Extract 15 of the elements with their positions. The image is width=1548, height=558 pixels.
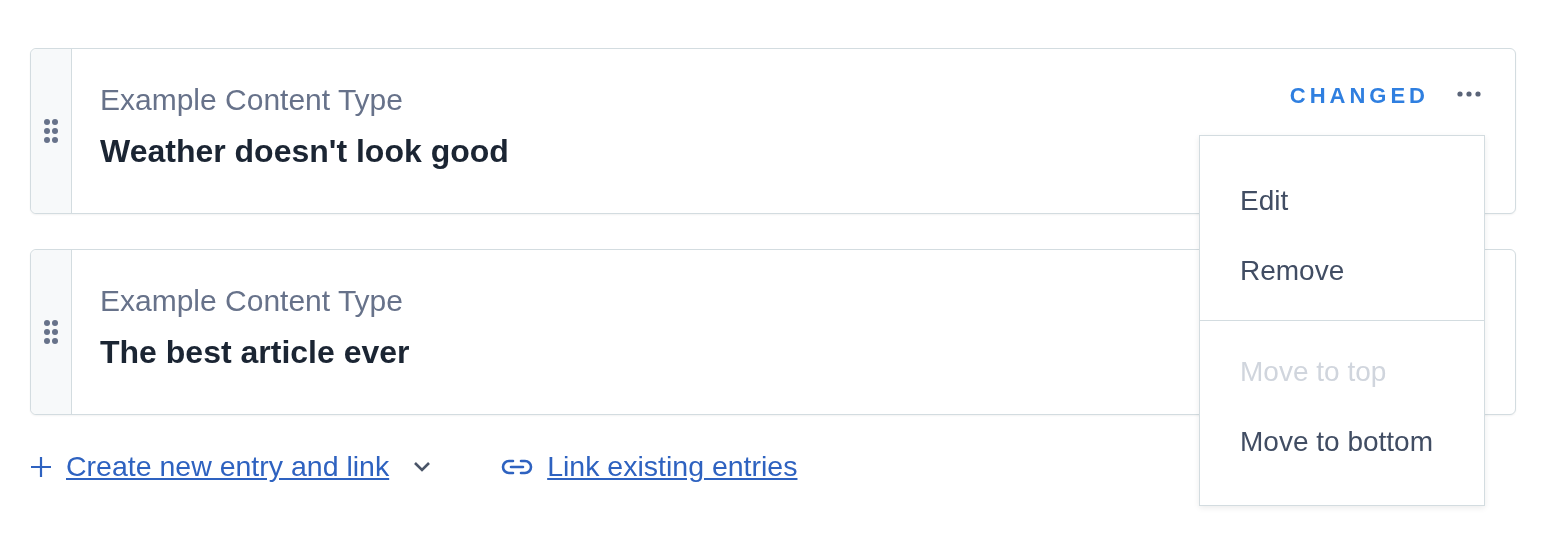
action-link[interactable]: Create new entry and link	[66, 450, 390, 483]
content-type-label: Example Content Type	[100, 284, 404, 318]
plus-icon	[30, 455, 52, 478]
action-link[interactable]: Link existing entries	[547, 450, 798, 483]
drag-handle-icon	[43, 319, 59, 345]
drag-handle[interactable]	[31, 250, 72, 414]
entry-title: The best article ever	[100, 334, 411, 371]
drag-handle[interactable]	[31, 49, 72, 213]
drag-handle-icon	[43, 118, 59, 144]
status-label: CHANGED	[1289, 83, 1429, 109]
link-icon	[501, 457, 534, 476]
content-type-label: Example Content Type	[100, 83, 404, 117]
more-icon	[1457, 91, 1481, 97]
chevron-down-icon[interactable]	[413, 460, 432, 473]
entry-title: Weather doesn't look good	[100, 133, 510, 170]
